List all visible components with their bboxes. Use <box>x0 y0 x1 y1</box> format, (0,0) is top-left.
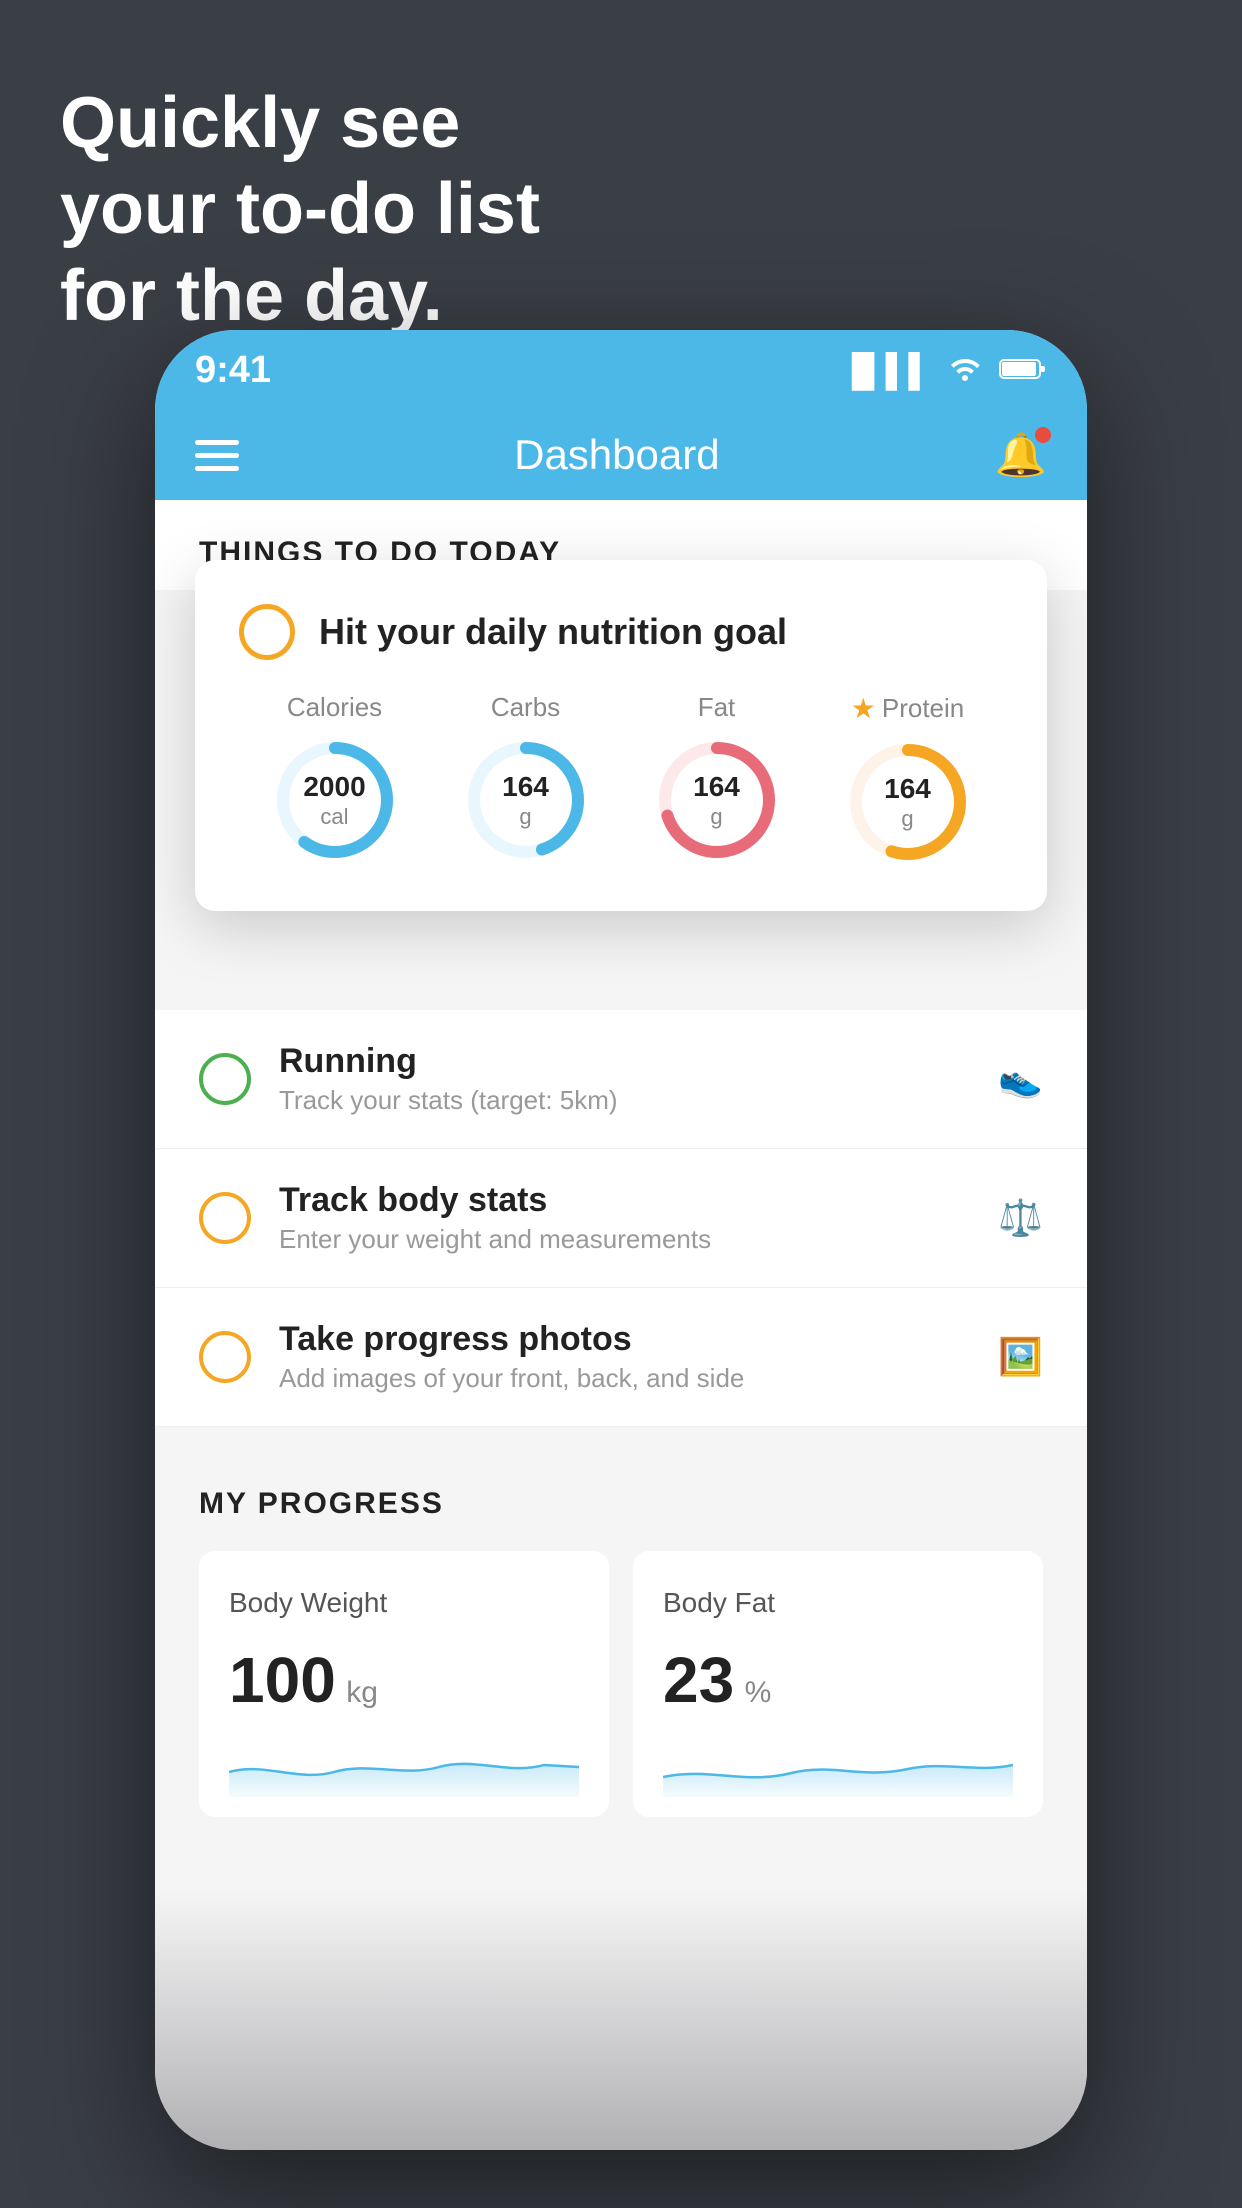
todo-sub-body-stats: Enter your weight and measurements <box>279 1224 998 1255</box>
todo-item-running[interactable]: Running Track your stats (target: 5km) 👟 <box>155 1010 1087 1149</box>
body-weight-label: Body Weight <box>229 1587 579 1619</box>
nutrition-grid: Calories 2000 cal Carbs <box>239 692 1003 867</box>
star-icon: ★ <box>851 692 876 725</box>
todo-item-body-stats[interactable]: Track body stats Enter your weight and m… <box>155 1149 1087 1288</box>
headline-line3: for the day. <box>60 256 443 336</box>
todo-name-photos: Take progress photos <box>279 1320 998 1359</box>
nav-title: Dashboard <box>514 431 719 479</box>
status-icons: ▐▌▌▌ <box>840 352 1047 389</box>
todo-circle-photos <box>199 1331 251 1383</box>
hero-headline: Quickly see your to-do list for the day. <box>60 80 540 339</box>
todo-name-body-stats: Track body stats <box>279 1181 998 1220</box>
calories-unit: cal <box>303 804 365 830</box>
calories-label: Calories <box>287 692 382 723</box>
body-weight-wave <box>229 1737 579 1797</box>
content-area: THINGS TO DO TODAY Hit your daily nutrit… <box>155 500 1087 2150</box>
nutrition-protein: ★ Protein 164 g <box>843 692 973 867</box>
phone-shell: 9:41 ▐▌▌▌ Dashboard 🔔 <box>155 330 1087 2150</box>
nav-bar: Dashboard 🔔 <box>155 410 1087 500</box>
fat-value: 164 <box>693 770 740 804</box>
nutrition-calories: Calories 2000 cal <box>270 692 400 865</box>
scale-icon: ⚖️ <box>998 1197 1043 1239</box>
todo-item-photos[interactable]: Take progress photos Add images of your … <box>155 1288 1087 1427</box>
signal-icon: ▐▌▌▌ <box>840 352 931 389</box>
body-fat-wave <box>663 1737 1013 1797</box>
body-fat-label: Body Fat <box>663 1587 1013 1619</box>
todo-sub-running: Track your stats (target: 5km) <box>279 1085 998 1116</box>
fat-donut: 164 g <box>652 735 782 865</box>
calories-donut: 2000 cal <box>270 735 400 865</box>
status-bar: 9:41 ▐▌▌▌ <box>155 330 1087 410</box>
body-fat-value: 23 <box>663 1644 734 1716</box>
nutrition-fat: Fat 164 g <box>652 692 782 865</box>
body-fat-card: Body Fat 23 % <box>633 1551 1043 1817</box>
hamburger-menu[interactable] <box>195 440 239 471</box>
fat-unit: g <box>693 804 740 830</box>
headline-line1: Quickly see <box>60 83 460 163</box>
carbs-unit: g <box>502 804 549 830</box>
body-weight-card: Body Weight 100 kg <box>199 1551 609 1817</box>
fat-label: Fat <box>698 692 736 723</box>
wifi-icon <box>947 352 983 389</box>
body-weight-value: 100 <box>229 1644 336 1716</box>
protein-value: 164 <box>884 772 931 806</box>
nutrition-check-circle <box>239 604 295 660</box>
nutrition-card: Hit your daily nutrition goal Calories 2… <box>195 560 1047 911</box>
calories-value: 2000 <box>303 770 365 804</box>
body-weight-unit: kg <box>346 1676 378 1709</box>
photo-icon: 🖼️ <box>998 1336 1043 1378</box>
nutrition-card-title: Hit your daily nutrition goal <box>319 611 787 653</box>
progress-section: MY PROGRESS Body Weight 100 kg <box>155 1427 1087 1857</box>
carbs-donut: 164 g <box>461 735 591 865</box>
carbs-label: Carbs <box>491 692 560 723</box>
progress-title: MY PROGRESS <box>199 1487 1043 1521</box>
running-icon: 👟 <box>998 1058 1043 1100</box>
protein-label: Protein <box>882 693 964 724</box>
todo-text-photos: Take progress photos Add images of your … <box>279 1320 998 1394</box>
battery-icon <box>999 352 1047 389</box>
overlay <box>155 1890 1087 2150</box>
status-time: 9:41 <box>195 349 271 392</box>
todo-text-body-stats: Track body stats Enter your weight and m… <box>279 1181 998 1255</box>
todo-list: Running Track your stats (target: 5km) 👟… <box>155 1010 1087 1427</box>
carbs-value: 164 <box>502 770 549 804</box>
todo-circle-body-stats <box>199 1192 251 1244</box>
todo-circle-running <box>199 1053 251 1105</box>
headline-line2: your to-do list <box>60 169 540 249</box>
notification-bell[interactable]: 🔔 <box>995 431 1047 480</box>
progress-cards: Body Weight 100 kg <box>199 1551 1043 1817</box>
body-fat-unit: % <box>745 1676 772 1709</box>
todo-sub-photos: Add images of your front, back, and side <box>279 1363 998 1394</box>
notification-dot <box>1035 427 1051 443</box>
protein-unit: g <box>884 806 931 832</box>
todo-text-running: Running Track your stats (target: 5km) <box>279 1042 998 1116</box>
protein-donut: 164 g <box>843 737 973 867</box>
nutrition-carbs: Carbs 164 g <box>461 692 591 865</box>
todo-name-running: Running <box>279 1042 998 1081</box>
